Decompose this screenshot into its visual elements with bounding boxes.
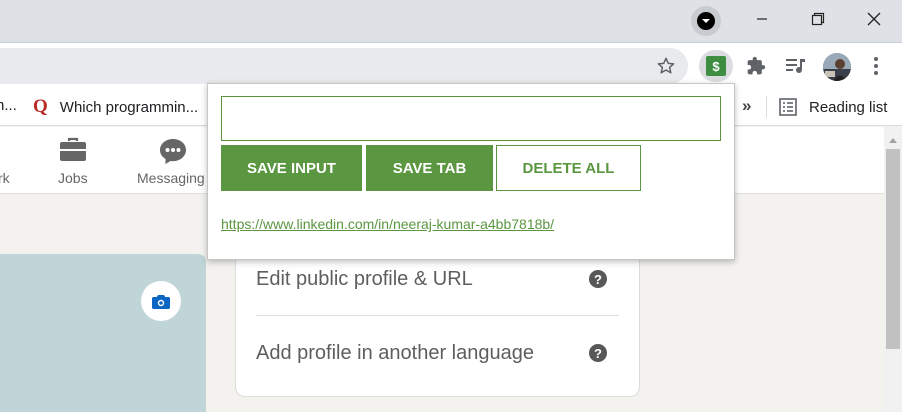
- bookmark-label: Which programmin...: [59, 98, 199, 116]
- saved-lead-link[interactable]: https://www.linkedin.com/in/neeraj-kumar…: [221, 216, 554, 232]
- minimize-button[interactable]: [734, 0, 790, 38]
- profile-settings-card: Edit public profile & URL ? Add profile …: [235, 237, 640, 397]
- nav-item-messaging[interactable]: Messaging: [136, 135, 212, 191]
- browser-titlebar: [0, 0, 902, 42]
- save-tab-button[interactable]: SAVE TAB: [366, 145, 493, 191]
- restore-icon: [811, 12, 825, 26]
- reading-list-label: Reading list: [809, 98, 888, 116]
- more-vert-icon: [874, 57, 878, 75]
- messaging-icon: [160, 139, 186, 164]
- chevron-down-icon: [697, 12, 715, 30]
- minimize-icon: [757, 18, 767, 20]
- bookmark-partial[interactable]: n...: [0, 97, 17, 114]
- delete-all-button[interactable]: DELETE ALL: [496, 145, 641, 191]
- browser-toolbar: $: [0, 42, 902, 88]
- avatar-icon: [823, 53, 851, 81]
- profile-cover-image: [0, 254, 206, 412]
- scroll-up-arrow-icon[interactable]: [889, 137, 897, 143]
- bookmarks-divider: [766, 96, 767, 118]
- bookmark-star-button[interactable]: [648, 48, 684, 84]
- playlist-music-icon: [786, 59, 805, 73]
- profile-avatar[interactable]: [823, 53, 851, 81]
- camera-icon: [152, 294, 170, 309]
- help-icon[interactable]: ?: [589, 270, 607, 288]
- close-icon: [867, 12, 881, 26]
- reading-list-icon: [779, 98, 797, 116]
- address-bar[interactable]: [0, 48, 688, 84]
- help-icon[interactable]: ?: [589, 344, 607, 362]
- add-profile-language-label: Add profile in another language: [256, 341, 534, 364]
- nav-item-jobs[interactable]: Jobs: [50, 135, 96, 191]
- nav-label-jobs: Jobs: [58, 170, 88, 186]
- media-controls-button[interactable]: [778, 48, 814, 84]
- reading-list-button[interactable]: Reading list: [779, 94, 887, 120]
- bookmark-quora[interactable]: Q Which programmin...: [33, 94, 198, 120]
- page-scrollbar[interactable]: [884, 127, 902, 412]
- edit-cover-photo-button[interactable]: [141, 281, 181, 321]
- extension-button[interactable]: $: [699, 50, 733, 82]
- quora-icon: Q: [33, 96, 48, 117]
- lead-input-field[interactable]: [221, 96, 721, 141]
- bookmarks-overflow-button[interactable]: »: [742, 96, 751, 116]
- nav-item-network-partial[interactable]: rk: [0, 170, 10, 186]
- briefcase-icon: [60, 137, 86, 161]
- scrollbar-thumb[interactable]: [886, 149, 900, 349]
- nav-label-messaging: Messaging: [137, 170, 205, 186]
- save-input-button[interactable]: SAVE INPUT: [221, 145, 362, 191]
- close-button[interactable]: [846, 0, 902, 38]
- add-profile-language-link[interactable]: Add profile in another language ?: [256, 318, 619, 388]
- edit-public-profile-label: Edit public profile & URL: [256, 267, 473, 290]
- dollar-icon: $: [706, 56, 726, 76]
- star-icon: [657, 57, 675, 74]
- tab-search-button[interactable]: [684, 2, 728, 40]
- extension-popup: SAVE INPUT SAVE TAB DELETE ALL https://w…: [207, 83, 735, 260]
- puzzle-icon: [747, 56, 766, 75]
- chrome-menu-button[interactable]: [858, 48, 894, 84]
- card-divider: [256, 315, 619, 316]
- extensions-puzzle-button[interactable]: [738, 48, 774, 84]
- restore-button[interactable]: [790, 0, 846, 38]
